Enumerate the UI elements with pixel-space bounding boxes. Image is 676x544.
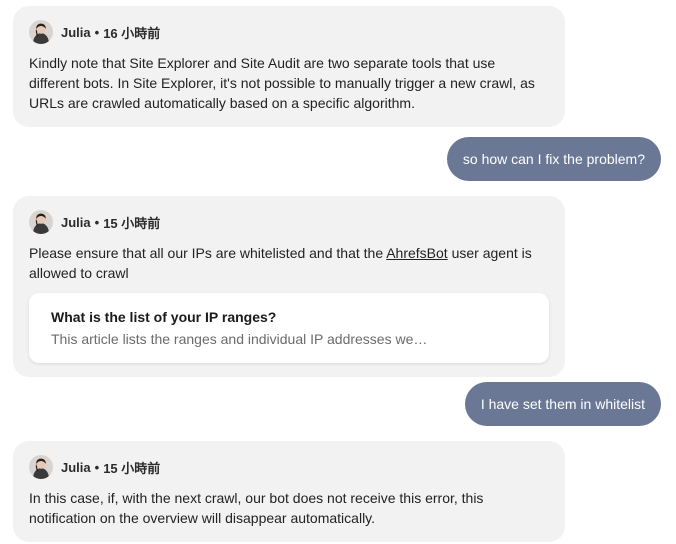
separator: • — [94, 459, 100, 475]
user-message: I have set them in whitelist — [464, 382, 661, 426]
message-header: Julia • 15 小時前 — [29, 455, 549, 479]
agent-message: Julia • 15 小時前 Please ensure that all ou… — [13, 196, 565, 377]
avatar — [29, 20, 53, 44]
agent-message: Julia • 16 小時前 Kindly note that Site Exp… — [13, 6, 565, 127]
author-name: Julia — [61, 24, 91, 40]
timestamp: 15 小時前 — [103, 460, 161, 476]
user-message: so how can I fix the problem? — [446, 137, 661, 181]
timestamp: 16 小時前 — [103, 25, 161, 41]
agent-message: Julia • 15 小時前 In this case, if, with th… — [13, 441, 565, 542]
separator: • — [94, 214, 100, 230]
author-name: Julia — [61, 459, 91, 475]
message-text: Kindly note that Site Explorer and Site … — [29, 55, 535, 111]
timestamp: 15 小時前 — [103, 215, 161, 231]
author-name: Julia — [61, 214, 91, 230]
article-description: This article lists the ranges and indivi… — [51, 331, 428, 347]
article-title: What is the list of your IP ranges? — [51, 309, 277, 325]
ahrefsbot-link[interactable]: AhrefsBot — [386, 245, 447, 261]
chat-thread: Julia • 16 小時前 Kindly note that Site Exp… — [0, 0, 676, 544]
message-text: Please ensure that all our IPs are white… — [29, 243, 549, 283]
separator: • — [94, 24, 100, 40]
message-header: Julia • 16 小時前 — [29, 20, 549, 44]
avatar — [29, 455, 53, 479]
message-text: In this case, if, with the next crawl, o… — [29, 490, 484, 526]
article-card[interactable]: What is the list of your IP ranges? This… — [29, 293, 549, 363]
message-text-part: Please ensure that all our IPs are white… — [29, 245, 387, 261]
avatar — [29, 210, 53, 234]
message-header: Julia • 15 小時前 — [29, 210, 549, 234]
